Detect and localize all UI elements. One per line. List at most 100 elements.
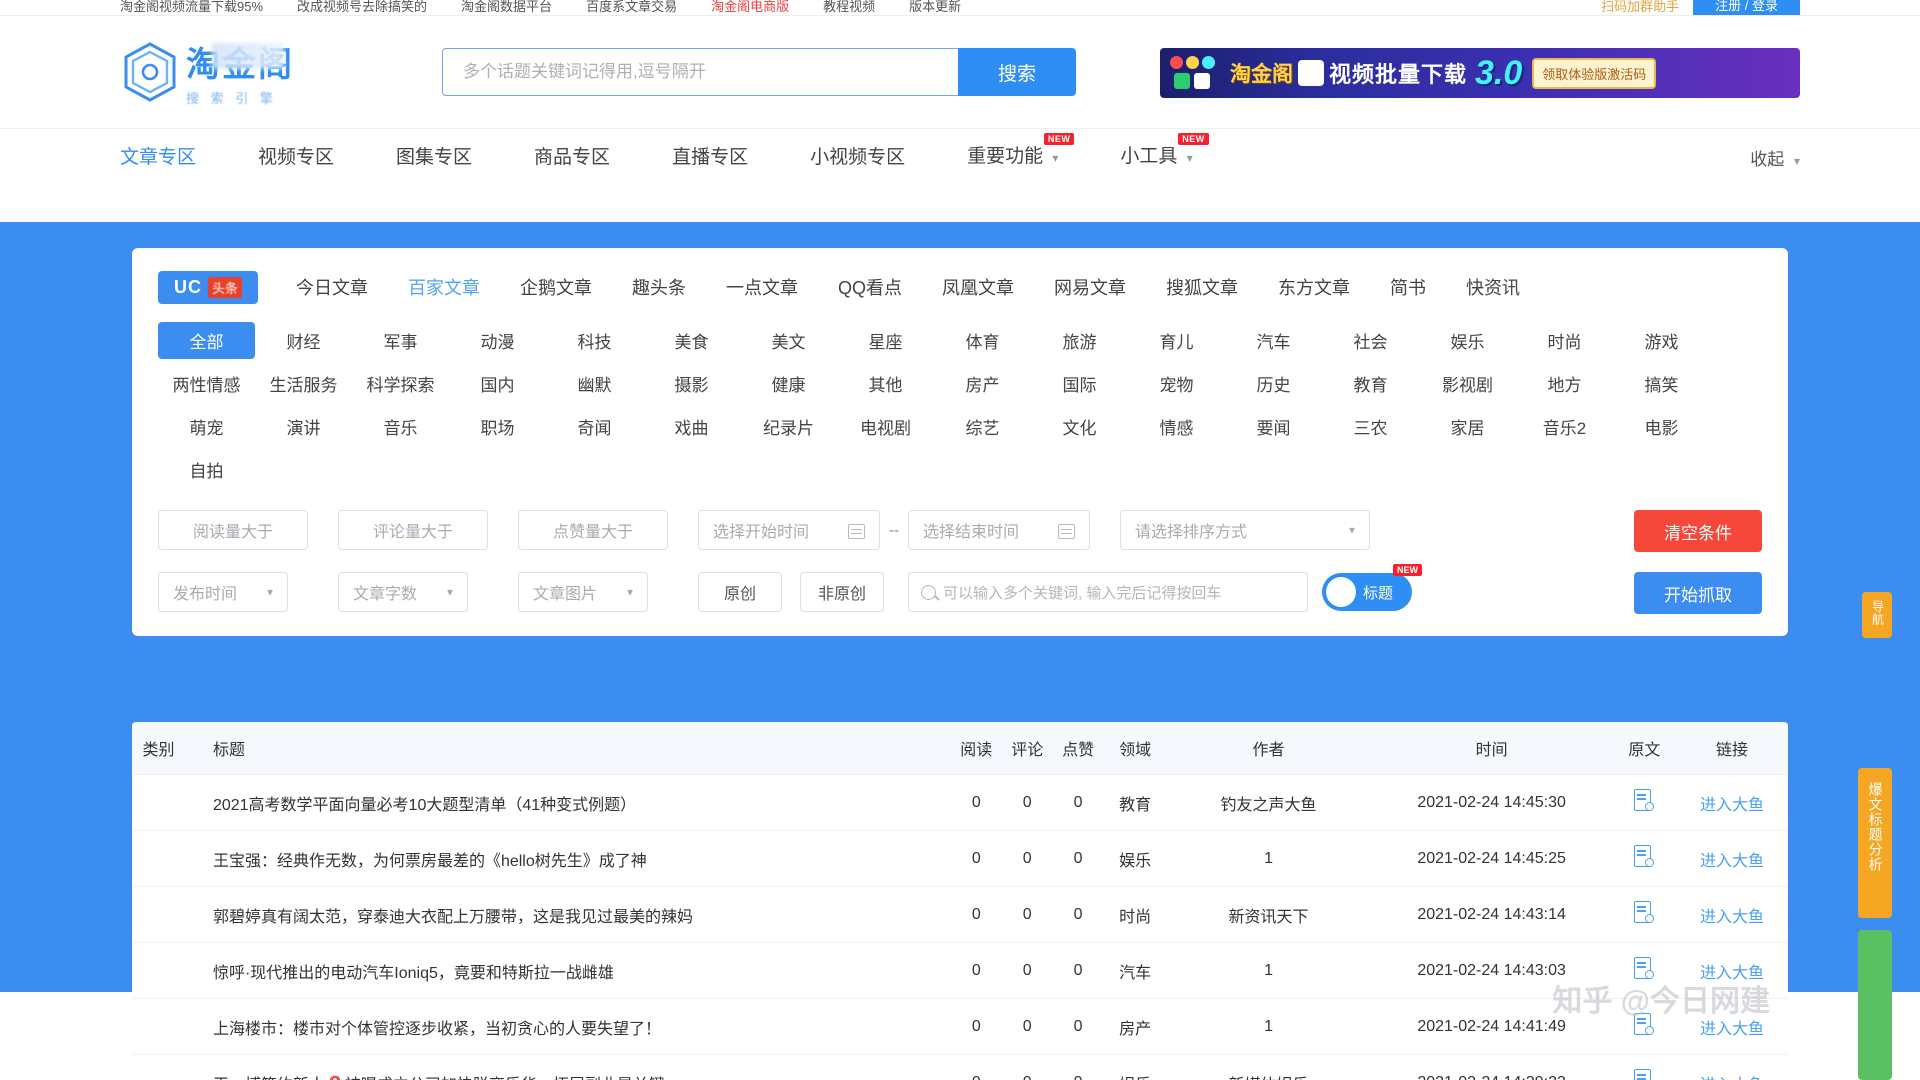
- cell-source[interactable]: [1612, 830, 1676, 887]
- source-tab-jianshu[interactable]: 简书: [1388, 270, 1428, 304]
- source-tab-wangyi[interactable]: 网易文章: [1052, 270, 1128, 304]
- category-education[interactable]: 教育: [1322, 365, 1419, 402]
- cell-link[interactable]: 进入大鱼: [1675, 886, 1788, 943]
- category-science[interactable]: 科学探索: [352, 365, 449, 402]
- promo-banner[interactable]: 淘金阁 视频批量下载 3.0 领取体验版激活码: [1160, 48, 1800, 98]
- clear-conditions-button[interactable]: 清空条件: [1634, 510, 1762, 552]
- like-count-input[interactable]: 点赞量大于: [518, 510, 668, 550]
- read-count-input[interactable]: 阅读量大于: [158, 510, 308, 550]
- category-anime[interactable]: 动漫: [449, 322, 546, 359]
- cell-link[interactable]: 进入大鱼: [1675, 830, 1788, 887]
- nav-item-important-features[interactable]: 重要功能 ▾ NEW: [967, 128, 1075, 187]
- table-row[interactable]: 王宝强：经典作无数，为何票房最差的《hello树先生》成了神 0 0 0 娱乐 …: [132, 830, 1788, 887]
- category-society[interactable]: 社会: [1322, 322, 1419, 359]
- category-history[interactable]: 历史: [1225, 365, 1322, 402]
- non-original-filter-button[interactable]: 非原创: [800, 572, 884, 612]
- source-tab-yidian[interactable]: 一点文章: [724, 270, 800, 304]
- article-image-dropdown[interactable]: 文章图片 ▾: [518, 572, 648, 612]
- category-prose[interactable]: 美文: [740, 322, 837, 359]
- category-workplace[interactable]: 职场: [449, 408, 546, 445]
- source-tab-fenghuang[interactable]: 凤凰文章: [940, 270, 1016, 304]
- category-curiosities[interactable]: 奇闻: [546, 408, 643, 445]
- topbar-link-6[interactable]: 版本更新: [909, 0, 961, 15]
- category-headlines[interactable]: 要闻: [1225, 408, 1322, 445]
- category-tv-drama[interactable]: 影视剧: [1419, 365, 1516, 402]
- login-register-button[interactable]: 注册 / 登录: [1693, 0, 1800, 15]
- search-button[interactable]: 搜索: [958, 48, 1076, 96]
- cell-title[interactable]: 王一博签约新人❓被曝成立公司加快脱离乐华，拓展副业是关键: [184, 1054, 951, 1080]
- document-search-icon[interactable]: [1634, 845, 1655, 867]
- category-health[interactable]: 健康: [740, 365, 837, 402]
- cell-title[interactable]: 2021高考数学平面向量必考10大题型清单（41种变式例题）: [184, 774, 951, 831]
- cell-source[interactable]: [1612, 886, 1676, 943]
- category-travel[interactable]: 旅游: [1031, 322, 1128, 359]
- category-international[interactable]: 国际: [1031, 365, 1128, 402]
- source-tab-baijia[interactable]: 百家文章: [406, 270, 482, 304]
- category-relationships[interactable]: 两性情感: [158, 365, 255, 402]
- source-tab-qie[interactable]: 企鹅文章: [518, 270, 594, 304]
- comment-count-input[interactable]: 评论量大于: [338, 510, 488, 550]
- category-domestic[interactable]: 国内: [449, 365, 546, 402]
- nav-item-articles[interactable]: 文章专区: [120, 129, 196, 187]
- table-row[interactable]: 上海楼市：楼市对个体管控逐步收紧，当初贪心的人要失望了！ 0 0 0 房产 1 …: [132, 998, 1788, 1055]
- category-tv-series[interactable]: 电视剧: [837, 408, 934, 445]
- start-date-input[interactable]: 选择开始时间: [698, 510, 880, 550]
- category-agriculture[interactable]: 三农: [1322, 408, 1419, 445]
- category-movies[interactable]: 电影: [1613, 408, 1710, 445]
- category-emotion[interactable]: 情感: [1128, 408, 1225, 445]
- cell-link[interactable]: 进入大鱼: [1675, 1054, 1788, 1080]
- nav-item-videos[interactable]: 视频专区: [258, 129, 334, 187]
- side-tab-hot-title-analysis[interactable]: 爆文标题分析: [1858, 768, 1892, 918]
- topbar-link-0[interactable]: 淘金阁视频流量下载95%: [120, 0, 263, 15]
- category-photography[interactable]: 摄影: [643, 365, 740, 402]
- topbar-link-4[interactable]: 淘金阁电商版: [711, 0, 789, 15]
- category-speech[interactable]: 演讲: [255, 408, 352, 445]
- source-tab-jinri[interactable]: 今日文章: [294, 270, 370, 304]
- source-tab-souhu[interactable]: 搜狐文章: [1164, 270, 1240, 304]
- category-tech[interactable]: 科技: [546, 322, 643, 359]
- category-finance[interactable]: 财经: [255, 322, 352, 359]
- side-tab-secondary[interactable]: [1858, 930, 1892, 1080]
- cell-title[interactable]: 郭碧婷真有阔太范，穿泰迪大衣配上万腰带，这是我见过最美的辣妈: [184, 886, 951, 943]
- search-input[interactable]: [442, 48, 958, 96]
- document-search-icon[interactable]: [1634, 789, 1655, 811]
- category-pets[interactable]: 宠物: [1128, 365, 1225, 402]
- table-row[interactable]: 郭碧婷真有阔太范，穿泰迪大衣配上万腰带，这是我见过最美的辣妈 0 0 0 时尚 …: [132, 886, 1788, 943]
- word-count-dropdown[interactable]: 文章字数 ▾: [338, 572, 468, 612]
- category-music[interactable]: 音乐: [352, 408, 449, 445]
- category-auto[interactable]: 汽车: [1225, 322, 1322, 359]
- topbar-qr-helper-link[interactable]: 扫码加群助手: [1601, 0, 1679, 15]
- category-food[interactable]: 美食: [643, 322, 740, 359]
- cell-title[interactable]: 上海楼市：楼市对个体管控逐步收紧，当初贪心的人要失望了！: [184, 998, 951, 1055]
- table-row[interactable]: 王一博签约新人❓被曝成立公司加快脱离乐华，拓展副业是关键 0 0 0 娱乐 新媒…: [132, 1054, 1788, 1080]
- category-entertainment[interactable]: 娱乐: [1419, 322, 1516, 359]
- cell-source[interactable]: [1612, 942, 1676, 999]
- table-row[interactable]: 惊呼·现代推出的电动汽车Ioniq5，竟要和特斯拉一战雌雄 0 0 0 汽车 1…: [132, 942, 1788, 999]
- category-music2[interactable]: 音乐2: [1516, 408, 1613, 445]
- source-tab-kuaizixun[interactable]: 快资讯: [1464, 270, 1522, 304]
- topbar-link-3[interactable]: 百度系文章交易: [586, 0, 677, 15]
- category-opera[interactable]: 戏曲: [643, 408, 740, 445]
- topbar-link-1[interactable]: 改成视频号去除搞笑的: [297, 0, 427, 15]
- cell-link[interactable]: 进入大鱼: [1675, 998, 1788, 1055]
- category-variety[interactable]: 综艺: [934, 408, 1031, 445]
- sort-select[interactable]: 请选择排序方式 ▾: [1120, 510, 1370, 550]
- category-funny[interactable]: 搞笑: [1613, 365, 1710, 402]
- title-only-toggle[interactable]: 标题 NEW: [1322, 564, 1422, 611]
- site-logo[interactable]: 淘金阁 搜 索 引 擎: [120, 37, 370, 107]
- category-fashion[interactable]: 时尚: [1516, 322, 1613, 359]
- category-military[interactable]: 军事: [352, 322, 449, 359]
- start-crawl-button[interactable]: 开始抓取: [1634, 572, 1762, 614]
- category-humor[interactable]: 幽默: [546, 365, 643, 402]
- category-all[interactable]: 全部: [158, 322, 255, 359]
- document-search-icon[interactable]: [1634, 901, 1655, 923]
- category-home[interactable]: 家居: [1419, 408, 1516, 445]
- category-documentary[interactable]: 纪录片: [740, 408, 837, 445]
- publish-time-dropdown[interactable]: 发布时间 ▾: [158, 572, 288, 612]
- cell-link[interactable]: 进入大鱼: [1675, 774, 1788, 831]
- cell-source[interactable]: [1612, 774, 1676, 831]
- category-selfie[interactable]: 自拍: [158, 451, 255, 488]
- side-tab-nav[interactable]: 导航: [1862, 592, 1892, 638]
- nav-item-live[interactable]: 直播专区: [672, 129, 748, 187]
- cell-source[interactable]: [1612, 998, 1676, 1055]
